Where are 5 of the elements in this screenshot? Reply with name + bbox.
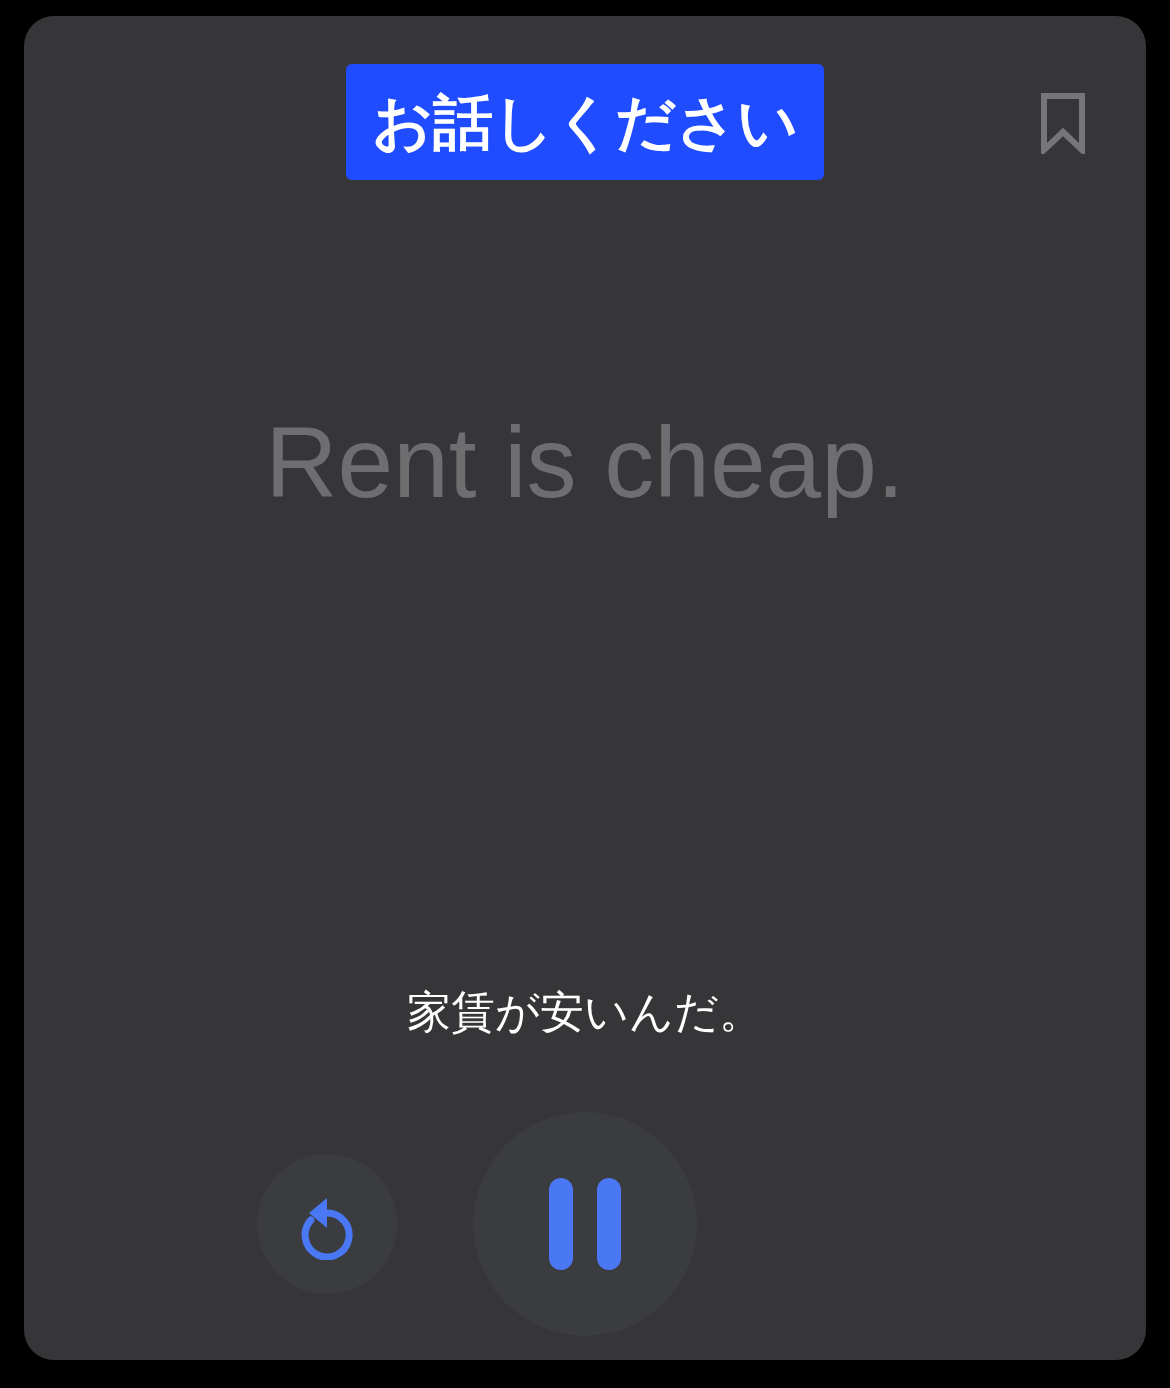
bookmark-button[interactable]	[1040, 92, 1086, 154]
prompt-banner: お話しください	[346, 64, 824, 180]
english-sentence: Rent is cheap.	[265, 405, 905, 520]
pause-icon	[549, 1178, 621, 1270]
japanese-translation: 家賃が安いんだ。	[407, 985, 763, 1039]
